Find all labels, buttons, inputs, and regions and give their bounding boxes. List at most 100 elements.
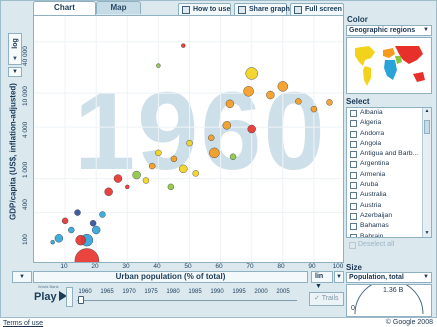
data-bubble[interactable] xyxy=(156,63,161,68)
checkbox-icon[interactable] xyxy=(350,151,357,159)
checkbox-icon[interactable] xyxy=(350,212,357,220)
speed-slider[interactable] xyxy=(66,287,73,307)
data-bubble[interactable] xyxy=(186,139,193,147)
data-bubble[interactable] xyxy=(74,248,100,263)
country-label: Angola xyxy=(360,139,382,147)
x-axis-label[interactable]: Urban population (% of total) xyxy=(33,271,308,283)
country-label: Bahamas xyxy=(360,222,389,230)
trails-checkbox[interactable]: ✓ Trails xyxy=(309,292,344,306)
data-bubble[interactable] xyxy=(99,211,106,218)
data-bubble[interactable] xyxy=(277,81,289,92)
x-scale-toggle[interactable]: ▼ xyxy=(334,271,344,283)
data-bubble[interactable] xyxy=(104,187,113,197)
list-item[interactable]: Aruba xyxy=(347,180,431,190)
tab-map[interactable]: Map xyxy=(96,1,141,14)
checkbox-icon[interactable] xyxy=(350,140,357,148)
timeline-year: 1970 xyxy=(122,289,136,295)
chevron-down-icon: ▼ xyxy=(423,27,429,33)
chart-plot-area[interactable]: 1960 xyxy=(33,15,344,263)
list-item[interactable]: Austria xyxy=(347,201,431,211)
color-heading: Color xyxy=(347,15,368,24)
data-bubble[interactable] xyxy=(54,234,64,243)
list-item[interactable]: Bahamas xyxy=(347,221,431,231)
list-item[interactable]: Algeria xyxy=(347,118,431,128)
list-item[interactable]: Angola xyxy=(347,139,431,149)
country-label: Armenia xyxy=(360,170,386,178)
timeline-year: 1990 xyxy=(210,289,224,295)
checkbox-icon[interactable] xyxy=(350,182,357,190)
list-item[interactable]: Australia xyxy=(347,190,431,200)
x-scale-dropdown[interactable]: lin ▼ xyxy=(311,271,333,290)
data-bubble[interactable] xyxy=(247,124,256,134)
timeline-year: 1975 xyxy=(144,289,158,295)
data-bubble[interactable] xyxy=(125,184,130,190)
x-tick: 40 xyxy=(153,263,161,270)
list-item[interactable]: Bahrain xyxy=(347,232,431,237)
timeline-handle[interactable] xyxy=(78,296,84,304)
data-bubble[interactable] xyxy=(229,153,237,160)
timeline-year: 1960 xyxy=(78,289,92,295)
terms-of-use-link[interactable]: Terms of use xyxy=(3,320,43,327)
data-bubble[interactable] xyxy=(225,99,235,109)
play-button[interactable]: Play xyxy=(34,291,67,303)
how-to-use-label: How to use xyxy=(193,6,231,13)
checkbox-icon[interactable] xyxy=(350,110,357,117)
tab-chart[interactable]: Chart xyxy=(33,1,96,15)
checkbox-icon[interactable] xyxy=(350,130,357,138)
country-list[interactable]: Albania Algeria Andorra Angola Antigua and B… xyxy=(346,107,432,238)
data-bubble[interactable] xyxy=(243,86,254,97)
data-bubble[interactable] xyxy=(295,98,302,105)
data-bubble[interactable] xyxy=(181,43,186,48)
scroll-thumb[interactable] xyxy=(424,120,430,134)
x-indicator-dropdown[interactable]: ▼ xyxy=(12,271,32,283)
country-list-scrollbar[interactable]: ▲ ▼ xyxy=(422,108,431,237)
list-item[interactable]: Antigua and Barb... xyxy=(347,149,431,159)
data-bubble[interactable] xyxy=(89,220,97,227)
color-dropdown[interactable]: Geographic regions ▼ xyxy=(346,25,432,36)
checkbox-icon[interactable] xyxy=(350,223,357,231)
data-bubble[interactable] xyxy=(92,225,101,235)
data-bubble[interactable] xyxy=(75,234,86,246)
data-bubble[interactable] xyxy=(326,99,333,106)
deselect-all-button[interactable]: Deselect all xyxy=(346,239,432,251)
data-bubble[interactable] xyxy=(74,209,81,216)
scroll-down-icon[interactable]: ▼ xyxy=(423,230,431,237)
size-heading: Size xyxy=(346,263,363,272)
checkbox-icon[interactable] xyxy=(350,202,357,210)
list-item[interactable]: Argentina xyxy=(347,159,431,169)
data-bubble[interactable] xyxy=(68,226,75,234)
checkbox-icon[interactable] xyxy=(350,161,357,169)
data-bubble[interactable] xyxy=(266,90,275,100)
list-item[interactable]: Armenia xyxy=(347,170,431,180)
data-bubble[interactable] xyxy=(170,155,178,163)
checkbox-icon[interactable] xyxy=(350,120,357,128)
size-selected: Population, total xyxy=(349,274,404,281)
data-bubble[interactable] xyxy=(50,239,55,245)
y-axis-label[interactable]: GDP/capita (US$, inflation-adjusted) xyxy=(9,52,18,252)
data-bubble[interactable] xyxy=(167,183,175,191)
list-item[interactable]: Albania xyxy=(347,108,431,118)
list-item[interactable]: Azerbaijan xyxy=(347,211,431,221)
data-bubble[interactable] xyxy=(142,177,150,184)
list-item[interactable]: Andorra xyxy=(347,129,431,139)
checkbox-icon[interactable] xyxy=(350,171,357,179)
data-bubble[interactable] xyxy=(155,149,162,157)
data-bubble[interactable] xyxy=(310,105,318,113)
data-bubble[interactable] xyxy=(61,217,69,225)
data-bubble[interactable] xyxy=(132,170,141,180)
data-bubble[interactable] xyxy=(222,121,232,130)
data-bubble[interactable] xyxy=(208,134,215,142)
checkbox-icon[interactable] xyxy=(350,192,357,200)
data-bubble[interactable] xyxy=(192,170,199,177)
data-bubble[interactable] xyxy=(209,147,220,159)
bubble-chart xyxy=(34,16,343,263)
data-bubble[interactable] xyxy=(245,67,258,80)
data-bubble[interactable] xyxy=(179,164,188,174)
year-timeline[interactable]: 1960 1965 1970 1975 1980 1985 1990 1995 … xyxy=(77,286,307,306)
scroll-up-icon[interactable]: ▲ xyxy=(423,108,431,117)
region-map[interactable] xyxy=(346,37,432,94)
data-bubble[interactable] xyxy=(113,174,123,183)
size-dropdown[interactable]: Population, total ▼ xyxy=(346,272,432,283)
data-bubble[interactable] xyxy=(148,162,156,170)
checkbox-icon[interactable] xyxy=(350,233,357,237)
